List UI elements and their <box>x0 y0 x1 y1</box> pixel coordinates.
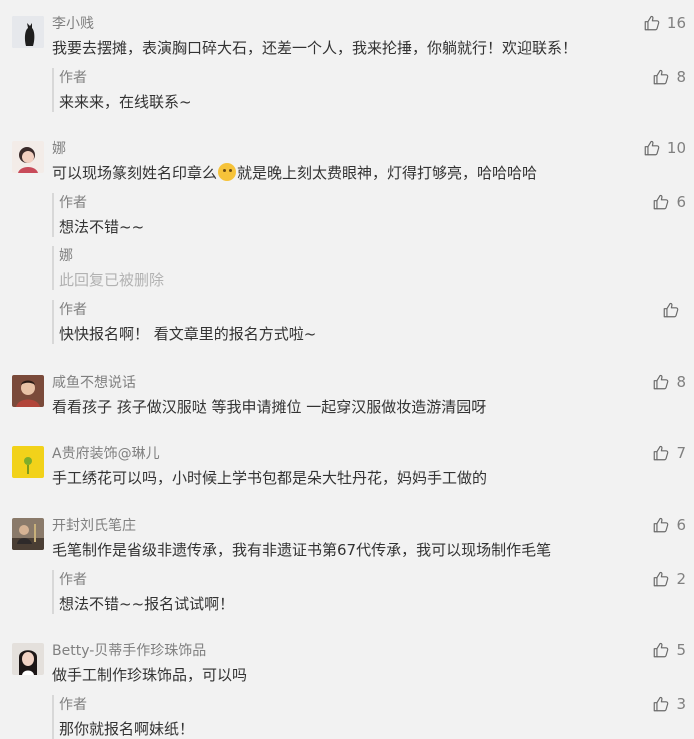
reply-divider <box>52 193 54 237</box>
comment-nickname[interactable]: 咸鱼不想说话 <box>52 372 136 392</box>
like-count: 7 <box>676 444 686 462</box>
comment-text-part: 可以现场篆刻姓名印章么 <box>52 164 218 182</box>
thumbs-up-icon <box>643 139 661 157</box>
comment-text: 毛笔制作是省级非遗传承，我有非遗证书第67代传承，我可以现场制作毛笔 <box>52 541 552 559</box>
like-count: 8 <box>676 373 686 391</box>
comment-nickname[interactable]: A贵府装饰@琳儿 <box>52 443 160 463</box>
reply-text: 想法不错~~报名试试啊！ <box>59 595 235 613</box>
reply-text: 想法不错~~ <box>59 218 145 236</box>
woman-portrait-avatar[interactable] <box>12 141 44 173</box>
black-cat-avatar[interactable] <box>12 16 44 48</box>
reply-text: 那你就报名啊妹纸！ <box>59 720 195 738</box>
thumbs-up-icon <box>652 570 670 588</box>
reply-text: 快快报名啊！ 看文章里的报名方式啦~ <box>59 325 317 343</box>
like-button[interactable] <box>662 301 686 319</box>
woman-selfie-avatar[interactable] <box>12 643 44 675</box>
like-button[interactable]: 16 <box>643 14 686 32</box>
reply-divider <box>52 246 54 290</box>
comment-text: 手工绣花可以吗，小时候上学书包都是朵大牡丹花，妈妈手工做的 <box>52 469 488 487</box>
like-count: 2 <box>676 570 686 588</box>
like-count: 5 <box>676 641 686 659</box>
comment-text-part: 就是晚上刻太费眼神，灯得打够亮，哈哈哈哈 <box>237 164 538 182</box>
comment-text: 做手工制作珍珠饰品，可以吗 <box>52 666 248 684</box>
like-button[interactable]: 8 <box>652 373 686 391</box>
reply-deleted-text: 此回复已被删除 <box>59 271 165 289</box>
comment-nickname[interactable]: 李小贱 <box>52 13 94 33</box>
comment-text: 我要去摆摊，表演胸口碎大石，还差一个人，我来抡捶，你躺就行！欢迎联系！ <box>52 39 578 57</box>
like-count: 6 <box>676 193 686 211</box>
child-photo-avatar[interactable] <box>12 375 44 407</box>
like-button[interactable]: 8 <box>652 68 686 86</box>
like-count: 10 <box>666 139 686 157</box>
like-button[interactable]: 7 <box>652 444 686 462</box>
craftsman-photo-avatar[interactable] <box>12 518 44 550</box>
like-button[interactable]: 2 <box>652 570 686 588</box>
like-button[interactable]: 10 <box>643 139 686 157</box>
reply-nickname: 作者 <box>59 70 87 86</box>
thumbs-up-icon <box>652 193 670 211</box>
reply-divider <box>52 570 54 614</box>
thumbs-up-icon <box>652 516 670 534</box>
thumbs-up-icon <box>652 641 670 659</box>
reply-nickname: 娜 <box>59 248 73 264</box>
reply-divider <box>52 300 54 344</box>
reply-nickname: 作者 <box>59 572 87 588</box>
thumbs-up-icon <box>652 68 670 86</box>
comment-nickname[interactable]: 娜 <box>52 138 66 158</box>
like-count: 8 <box>676 68 686 86</box>
thumbs-up-icon <box>662 301 680 319</box>
like-count: 6 <box>676 516 686 534</box>
comment-text: 看看孩子 孩子做汉服哒 等我申请摊位 一起穿汉服做妆造游清园呀 <box>52 398 487 416</box>
comment-nickname[interactable]: Betty-贝蒂手作珍珠饰品 <box>52 640 206 660</box>
like-button[interactable]: 6 <box>652 193 686 211</box>
like-button[interactable]: 6 <box>652 516 686 534</box>
thinking-face-icon <box>218 163 237 181</box>
comment-text: 可以现场篆刻姓名印章么 就是晚上刻太费眼神，灯得打够亮，哈哈哈哈 <box>52 162 537 183</box>
yellow-flower-avatar[interactable] <box>12 446 44 478</box>
like-button[interactable]: 3 <box>652 695 686 713</box>
thumbs-up-icon <box>652 373 670 391</box>
reply-nickname: 作者 <box>59 697 87 713</box>
reply-nickname: 作者 <box>59 195 87 211</box>
reply-divider <box>52 68 54 112</box>
like-count: 3 <box>676 695 686 713</box>
thumbs-up-icon <box>652 444 670 462</box>
thumbs-up-icon <box>643 14 661 32</box>
reply-nickname: 作者 <box>59 302 87 318</box>
reply-text: 来来来，在线联系~ <box>59 93 192 111</box>
thumbs-up-icon <box>652 695 670 713</box>
comment-nickname[interactable]: 开封刘氏笔庄 <box>52 515 136 535</box>
like-button[interactable]: 5 <box>652 641 686 659</box>
reply-divider <box>52 695 54 739</box>
like-count: 16 <box>666 14 686 32</box>
